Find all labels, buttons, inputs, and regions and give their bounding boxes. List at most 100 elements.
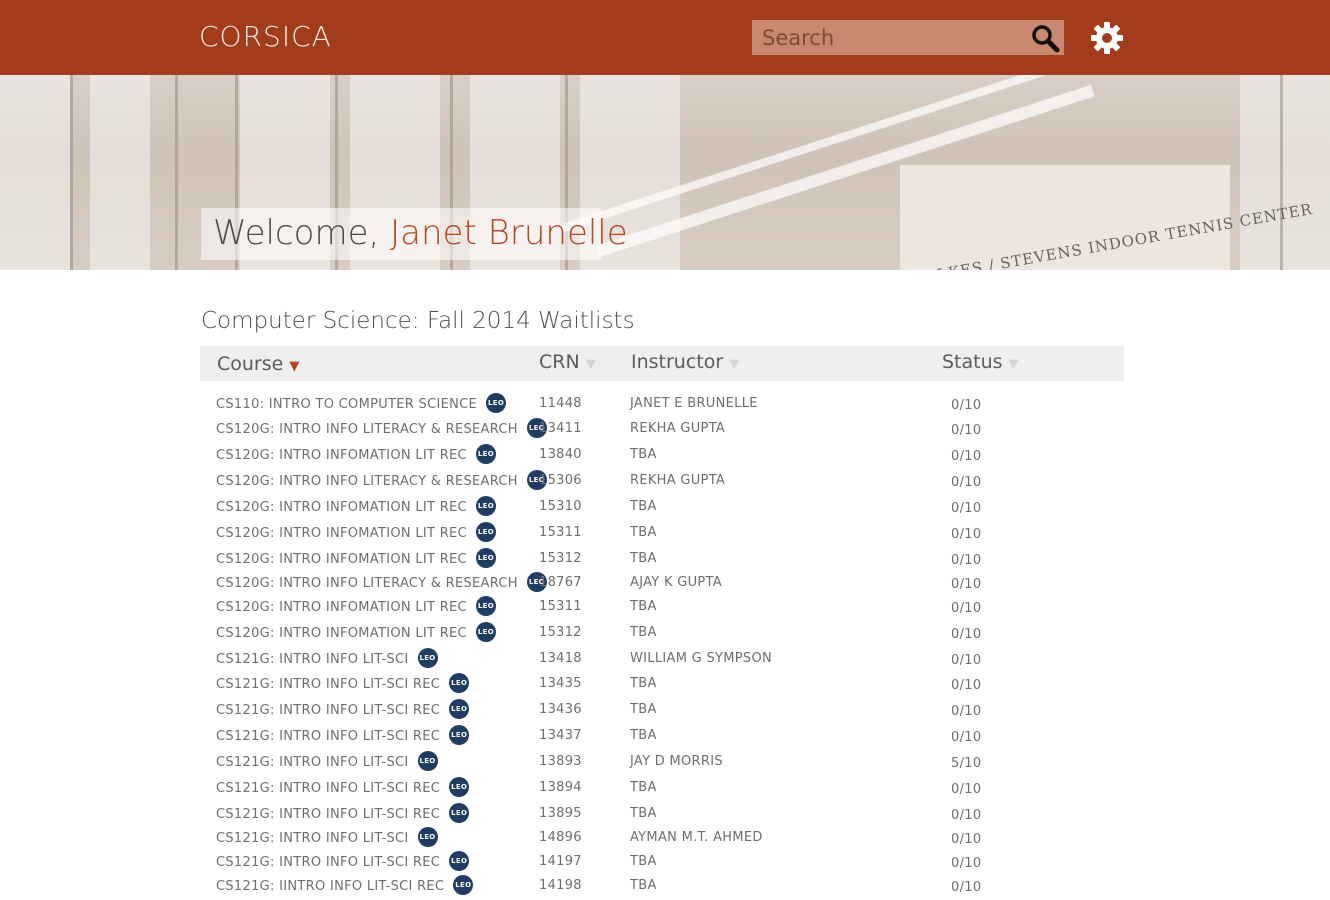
course-link[interactable]: CS121G: Intro Info Lit-Sci Rec (216, 807, 440, 822)
course-cell: CS121G: IIntro Info Lit-Sci Rec LEO (216, 875, 474, 895)
column-header-instructor[interactable]: Instructor ▼ (631, 351, 739, 373)
course-link[interactable]: CS120G: Intro Infomation Lit Rec (216, 500, 467, 515)
status-cell: 0/10 (951, 856, 982, 871)
crn-cell: 13411 (539, 421, 582, 436)
course-cell: CS120G: Intro Info Literacy & Research LE… (216, 470, 547, 490)
table-row: CS120G: Intro Infomation Lit Rec LEO 1531… (200, 622, 1124, 647)
course-cell: CS120G: Intro Infomation Lit Rec LEO (216, 496, 496, 516)
hero-mullion (70, 75, 73, 270)
hero-banner: FOLKES / STEVENS INDOOR TENNIS CENTER (0, 75, 1330, 270)
leo-badge-icon[interactable]: LEO (475, 548, 496, 568)
table-row: CS121G: Intro Info Lit-Sci Rec LEO 13436 … (200, 699, 1124, 724)
table-row: CS110: Intro to Computer Science LEO 1144… (200, 393, 1124, 418)
leo-badge-icon[interactable]: LEO (475, 496, 496, 516)
crn-cell: 13435 (539, 676, 582, 691)
instructor-cell: Rekha Gupta (630, 421, 726, 436)
course-link[interactable]: CS121G: Intro Info Lit-Sci Rec (216, 703, 440, 718)
crn-cell: 11448 (539, 396, 582, 411)
course-link[interactable]: CS121G: Intro Info Lit-Sci (216, 755, 409, 770)
top-bar: CORSICA (0, 0, 1330, 75)
course-link[interactable]: CS120G: Intro Info Literacy & Research (216, 422, 518, 437)
table-row: CS121G: Intro Info Lit-Sci LEO 13418 Will… (200, 648, 1124, 673)
table-header: Course ▼ CRN ▼ Instructor ▼ Status ▼ (200, 346, 1124, 381)
status-cell: 0/10 (951, 808, 982, 823)
column-header-label: Course (217, 353, 284, 375)
leo-badge-icon[interactable]: LEO (475, 622, 496, 642)
leo-badge-icon[interactable]: LEO (449, 725, 470, 745)
instructor-cell: TBA (630, 525, 657, 540)
brand-logo[interactable]: CORSICA (199, 20, 332, 53)
table-row: CS120G: Intro Infomation Lit Rec LEO 1531… (200, 548, 1124, 573)
course-cell: CS120G: Intro Infomation Lit Rec LEO (216, 522, 496, 542)
course-link[interactable]: CS120G: Intro Info Literacy & Research (216, 474, 518, 489)
instructor-cell: TBA (630, 676, 657, 691)
column-header-course[interactable]: Course ▼ (217, 353, 299, 375)
gear-icon (1091, 22, 1123, 54)
table-row: CS120G: Intro Infomation Lit Rec LEO 1384… (200, 444, 1124, 469)
status-cell: 0/10 (951, 880, 982, 895)
search-icon (1032, 25, 1060, 53)
course-link[interactable]: CS110: Intro to Computer Science (216, 397, 477, 412)
crn-cell: 15306 (539, 473, 582, 488)
course-link[interactable]: CS121G: IIntro Info Lit-Sci Rec (216, 879, 444, 894)
status-cell: 0/10 (951, 423, 982, 438)
course-cell: CS120G: Intro Infomation Lit Rec LEO (216, 548, 496, 568)
course-cell: CS120G: Intro Infomation Lit Rec LEO (216, 596, 496, 616)
column-header-label: Status (942, 351, 1003, 373)
instructor-cell: TBA (630, 878, 657, 893)
search-button[interactable] (1030, 23, 1060, 53)
search-input[interactable] (752, 20, 1024, 55)
crn-cell: 14197 (539, 854, 582, 869)
course-link[interactable]: CS120G: Intro Infomation Lit Rec (216, 526, 467, 541)
leo-badge-icon[interactable]: LEO (486, 393, 507, 413)
status-cell: 0/10 (951, 653, 982, 668)
crn-cell: 13437 (539, 728, 582, 743)
table-row: CS121G: IIntro Info Lit-Sci Rec LEO 14198… (200, 875, 1124, 900)
instructor-cell: TBA (630, 854, 657, 869)
leo-badge-icon[interactable]: LEO (449, 673, 470, 693)
course-link[interactable]: CS121G: Intro Info Lit-Sci Rec (216, 855, 440, 870)
sort-desc-icon: ▼ (585, 357, 596, 372)
column-header-status[interactable]: Status ▼ (942, 351, 1019, 373)
status-cell: 0/10 (951, 627, 982, 642)
leo-badge-icon[interactable]: LEO (449, 851, 470, 871)
settings-button[interactable] (1089, 20, 1125, 56)
leo-badge-icon[interactable]: LEO (449, 699, 470, 719)
course-link[interactable]: CS120G: Intro Infomation Lit Rec (216, 448, 467, 463)
course-link[interactable]: CS121G: Intro Info Lit-Sci (216, 831, 409, 846)
course-cell: CS121G: Intro Info Lit-Sci Rec LEO (216, 803, 470, 823)
course-link[interactable]: CS121G: Intro Info Lit-Sci Rec (216, 729, 440, 744)
instructor-cell: TBA (630, 806, 657, 821)
course-link[interactable]: CS120G: Intro Info Literacy & Research (216, 576, 518, 591)
leo-badge-icon[interactable]: LEO (449, 777, 470, 797)
course-cell: CS121G: Intro Info Lit-Sci Rec LEO (216, 673, 470, 693)
course-link[interactable]: CS121G: Intro Info Lit-Sci Rec (216, 677, 440, 692)
sort-desc-icon: ▼ (729, 357, 740, 372)
column-header-crn[interactable]: CRN ▼ (539, 351, 596, 373)
leo-badge-icon[interactable]: LEO (417, 827, 438, 847)
hero-mullion (1280, 75, 1283, 270)
leo-badge-icon[interactable]: LEO (475, 444, 496, 464)
instructor-cell: TBA (630, 551, 657, 566)
leo-badge-icon[interactable]: LEO (475, 596, 496, 616)
course-cell: CS120G: Intro Info Literacy & Research LE… (216, 418, 547, 438)
course-link[interactable]: CS121G: Intro Info Lit-Sci Rec (216, 781, 440, 796)
crn-cell: 14198 (539, 878, 582, 893)
instructor-cell: Janet E Brunelle (630, 396, 758, 411)
leo-badge-icon[interactable]: LEO (449, 803, 470, 823)
user-name: Janet Brunelle (390, 213, 628, 253)
table-row: CS121G: Intro Info Lit-Sci LEO 13893 Jay … (200, 751, 1124, 776)
course-link[interactable]: CS120G: Intro Infomation Lit Rec (216, 552, 467, 567)
leo-badge-icon[interactable]: LEO (475, 522, 496, 542)
course-link[interactable]: CS121G: Intro Info Lit-Sci (216, 652, 409, 667)
course-cell: CS121G: Intro Info Lit-Sci LEO (216, 827, 438, 847)
course-link[interactable]: CS120G: Intro Infomation Lit Rec (216, 626, 467, 641)
leo-badge-icon[interactable]: LEO (417, 648, 438, 668)
status-cell: 0/10 (951, 782, 982, 797)
crn-cell: 15311 (539, 525, 582, 540)
course-link[interactable]: CS120G: Intro Infomation Lit Rec (216, 600, 467, 615)
leo-badge-icon[interactable]: LEO (417, 751, 438, 771)
status-cell: 0/10 (951, 527, 982, 542)
instructor-cell: William G Sympson (630, 651, 773, 666)
leo-badge-icon[interactable]: LEO (453, 875, 474, 895)
